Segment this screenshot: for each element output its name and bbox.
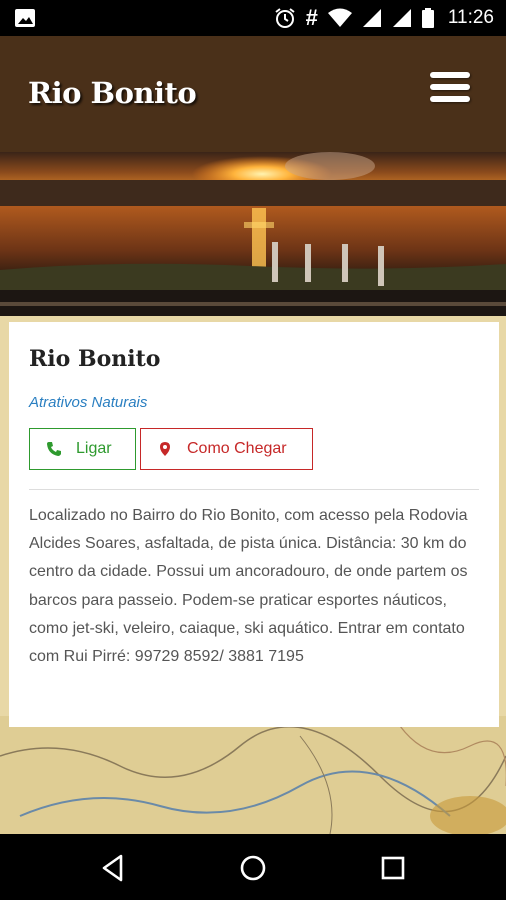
attraction-description: Localizado no Bairro do Rio Bonito, com … [29,507,468,666]
navigation-bar [0,834,506,900]
clock-time: 11:26 [447,7,494,28]
phone-icon [47,442,61,456]
home-circle-icon[interactable] [236,851,270,885]
directions-button[interactable]: Como Chegar [140,428,313,470]
hamburger-menu-icon[interactable] [430,72,470,112]
map-pin-icon [160,442,170,456]
battery-icon [421,8,434,28]
recents-square-icon[interactable] [376,851,410,885]
directions-button-label: Como Chegar [187,440,287,457]
attraction-card: Rio Bonito Atrativos Naturais Ligar Como… [9,322,499,727]
app-title: Rio Bonito [28,76,197,110]
image-icon [15,9,35,27]
alarm-icon [275,8,295,28]
attraction-title: Rio Bonito [29,346,161,372]
signal-icon [362,9,381,27]
app-header: Rio Bonito [0,36,506,152]
divider [29,489,479,490]
back-triangle-icon[interactable] [96,851,130,885]
category-link[interactable]: Atrativos Naturais [29,394,147,411]
signal-icon [392,9,411,27]
call-button-label: Ligar [76,440,112,457]
hash-icon: # [305,5,318,30]
call-button[interactable]: Ligar [29,428,136,470]
hero-image [0,152,506,320]
status-bar: # 11:26 [0,0,506,36]
wifi-icon [327,8,352,27]
